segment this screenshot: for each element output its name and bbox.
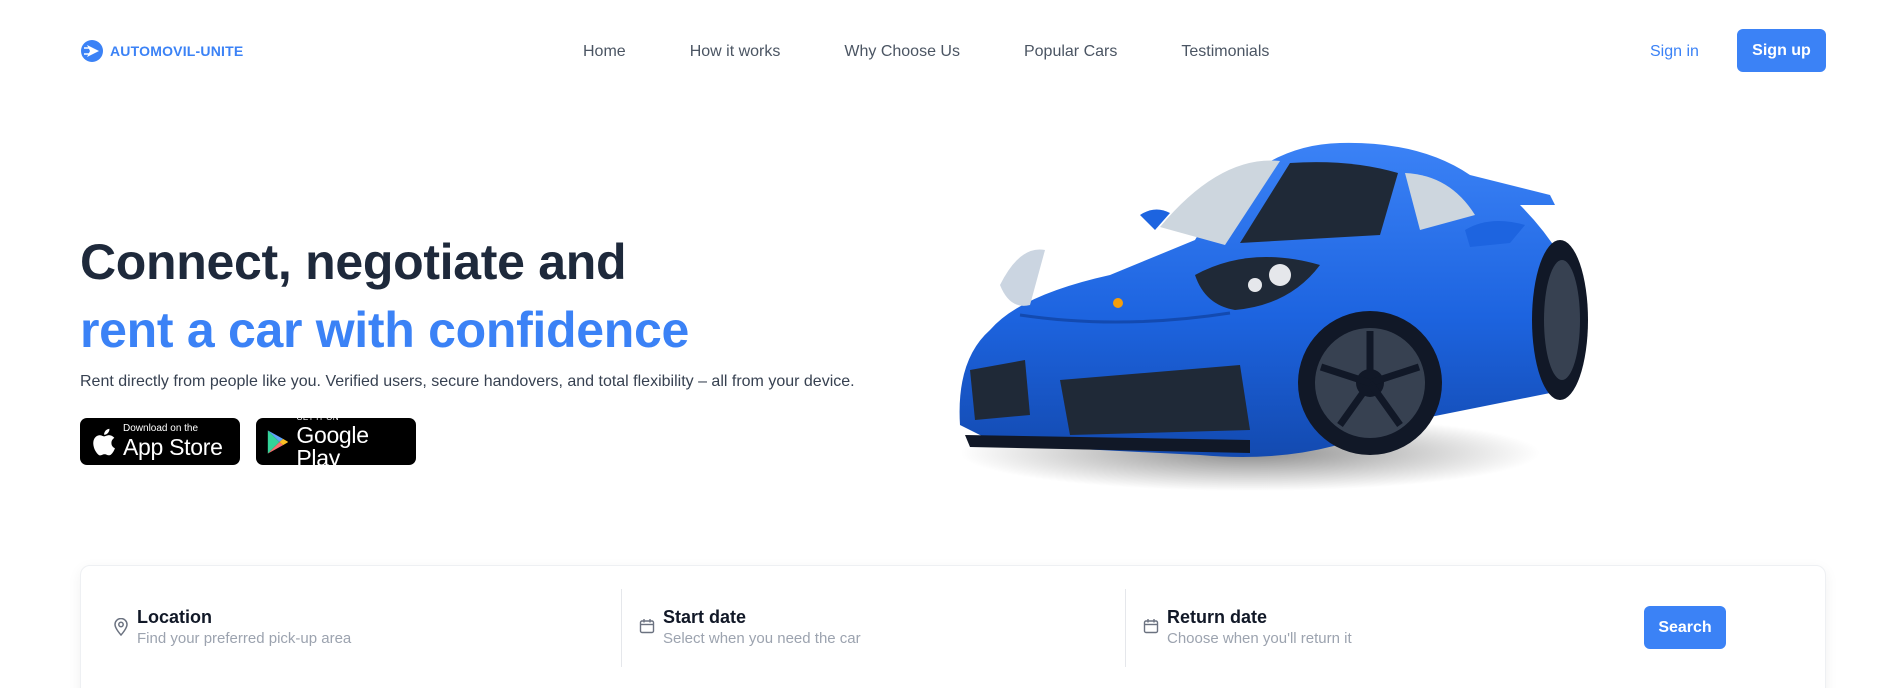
nav-how-it-works[interactable]: How it works	[690, 42, 781, 62]
apple-icon	[93, 428, 115, 455]
return-date-hint: Choose when you'll return it	[1167, 630, 1352, 647]
search-bar: Location Find your preferred pick-up are…	[80, 565, 1826, 688]
nav-testimonials[interactable]: Testimonials	[1181, 42, 1269, 62]
app-store-button[interactable]: Download on the App Store	[80, 418, 240, 465]
google-play-big-text: Google Play	[296, 421, 369, 471]
nav-popular-cars[interactable]: Popular Cars	[1024, 42, 1117, 62]
calendar-icon	[639, 619, 655, 634]
return-date-label: Return date	[1167, 607, 1268, 627]
search-button[interactable]: Search	[1644, 606, 1726, 649]
location-hint: Find your preferred pick-up area	[137, 630, 352, 647]
app-store-buttons: Download on the App Store GET IT ON Goog…	[80, 413, 416, 469]
hero-headline-line2: rent a car with confidence	[80, 302, 690, 358]
nav-why-choose-us[interactable]: Why Choose Us	[844, 42, 960, 62]
hero-car-image	[959, 142, 1588, 491]
google-play-button[interactable]: GET IT ON Google Play	[256, 413, 416, 469]
brand-name: AUTOMOVIL-UNITE	[110, 43, 244, 59]
google-play-small-text: GET IT ON	[296, 412, 339, 422]
map-pin-icon	[114, 618, 128, 636]
sign-up-button[interactable]: Sign up	[1737, 29, 1826, 72]
app-store-big-text: App Store	[123, 434, 223, 460]
hero-headline: Connect, negotiate and rent a car with c…	[80, 228, 689, 364]
top-navbar: AUTOMOVIL-UNITE Home How it works Why Ch…	[0, 0, 1898, 102]
hero-subtitle: Rent directly from people like you. Veri…	[80, 373, 855, 390]
start-date-field[interactable]: Start date Select when you need the car	[639, 606, 861, 650]
calendar-icon	[1143, 619, 1159, 634]
return-date-field[interactable]: Return date Choose when you'll return it	[1143, 606, 1352, 650]
location-field[interactable]: Location Find your preferred pick-up are…	[113, 606, 351, 650]
google-play-icon	[267, 429, 289, 454]
nav-home[interactable]: Home	[583, 42, 626, 62]
brand-logo-icon	[81, 40, 103, 62]
hero-headline-line1: Connect, negotiate and	[80, 234, 627, 290]
main-menu: Home How it works Why Choose Us Popular …	[583, 42, 1269, 62]
google-play-text: GET IT ON Google Play	[296, 412, 406, 471]
app-store-small-text: Download on the	[123, 423, 199, 434]
brand-logo[interactable]: AUTOMOVIL-UNITE	[80, 39, 243, 63]
app-store-text: Download on the App Store	[123, 424, 223, 459]
field-divider	[1125, 589, 1126, 667]
start-date-hint: Select when you need the car	[663, 630, 861, 647]
location-label: Location	[137, 607, 212, 627]
field-divider	[621, 589, 622, 667]
sign-in-link[interactable]: Sign in	[1650, 42, 1699, 62]
start-date-label: Start date	[663, 607, 747, 627]
